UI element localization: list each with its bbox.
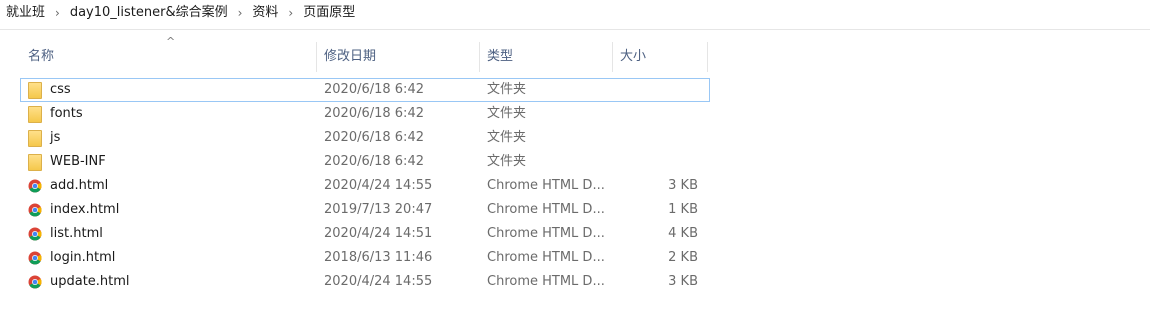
file-type: Chrome HTML D...: [487, 226, 605, 241]
column-header-row: 名称 ^ 修改日期 类型 大小: [20, 36, 710, 72]
file-type: Chrome HTML D...: [487, 250, 605, 265]
chrome-icon: [26, 201, 44, 219]
file-size: [620, 78, 698, 102]
file-name: list.html: [50, 226, 103, 241]
file-name: js: [50, 130, 61, 145]
file-size: [620, 102, 698, 126]
breadcrumb-item[interactable]: day10_listener&综合案例: [70, 0, 228, 26]
file-date: 2020/6/18 6:42: [324, 130, 424, 145]
file-size: [620, 126, 698, 150]
column-header-name-label: 名称: [28, 49, 55, 64]
file-type: 文件夹: [487, 106, 527, 121]
chevron-right-icon[interactable]: ›: [55, 0, 60, 26]
file-size: [620, 150, 698, 174]
file-name: WEB-INF: [50, 154, 106, 169]
file-size: 2 KB: [668, 250, 698, 265]
file-date: 2020/4/24 14:55: [324, 274, 433, 289]
column-header-name[interactable]: 名称 ^: [20, 36, 317, 72]
address-bar-divider: [0, 29, 1150, 30]
file-list: css 2020/6/18 6:42 文件夹 fonts 2020/6/18 6…: [20, 78, 710, 294]
file-type: Chrome HTML D...: [487, 202, 605, 217]
file-date: 2020/6/18 6:42: [324, 106, 424, 121]
file-date: 2020/6/18 6:42: [324, 154, 424, 169]
file-name: update.html: [50, 274, 130, 289]
file-type: 文件夹: [487, 82, 527, 97]
column-header-type-label: 类型: [487, 49, 514, 64]
file-type: 文件夹: [487, 154, 527, 169]
file-date: 2020/6/18 6:42: [324, 82, 424, 97]
file-name: login.html: [50, 250, 116, 265]
file-size: 4 KB: [668, 226, 698, 241]
file-date: 2020/4/24 14:55: [324, 178, 433, 193]
file-name: fonts: [50, 106, 83, 121]
file-size: 3 KB: [668, 178, 698, 193]
folder-icon: [26, 81, 44, 99]
chrome-icon: [26, 225, 44, 243]
column-header-type[interactable]: 类型: [479, 42, 613, 72]
file-name: add.html: [50, 178, 109, 193]
file-type: Chrome HTML D...: [487, 178, 605, 193]
file-size: 1 KB: [668, 202, 698, 217]
chrome-icon: [26, 177, 44, 195]
list-item[interactable]: index.html 2019/7/13 20:47 Chrome HTML D…: [20, 198, 710, 222]
column-header-date[interactable]: 修改日期: [316, 42, 480, 72]
list-item[interactable]: fonts 2020/6/18 6:42 文件夹: [20, 102, 710, 126]
list-item[interactable]: js 2020/6/18 6:42 文件夹: [20, 126, 710, 150]
folder-icon: [26, 105, 44, 123]
breadcrumb: 就业班 › day10_listener&综合案例 › 资料 › 页面原型: [6, 0, 355, 26]
file-name: index.html: [50, 202, 120, 217]
breadcrumb-item[interactable]: 页面原型: [303, 0, 355, 26]
column-header-size-label: 大小: [620, 49, 647, 64]
file-date: 2020/4/24 14:51: [324, 226, 433, 241]
sort-ascending-icon: ^: [166, 35, 176, 48]
list-item[interactable]: add.html 2020/4/24 14:55 Chrome HTML D..…: [20, 174, 710, 198]
file-size: 3 KB: [668, 274, 698, 289]
chevron-right-icon[interactable]: ›: [238, 0, 243, 26]
file-type: Chrome HTML D...: [487, 274, 605, 289]
list-item[interactable]: login.html 2018/6/13 11:46 Chrome HTML D…: [20, 246, 710, 270]
file-name: css: [50, 82, 71, 97]
column-header-date-label: 修改日期: [324, 49, 377, 64]
list-item[interactable]: list.html 2020/4/24 14:51 Chrome HTML D.…: [20, 222, 710, 246]
list-item[interactable]: update.html 2020/4/24 14:55 Chrome HTML …: [20, 270, 710, 294]
chrome-icon: [26, 249, 44, 267]
list-item[interactable]: WEB-INF 2020/6/18 6:42 文件夹: [20, 150, 710, 174]
folder-icon: [26, 129, 44, 147]
breadcrumb-item[interactable]: 就业班: [6, 0, 45, 26]
list-item[interactable]: css 2020/6/18 6:42 文件夹: [20, 78, 710, 102]
column-header-size[interactable]: 大小: [612, 42, 708, 72]
file-date: 2018/6/13 11:46: [324, 250, 433, 265]
folder-icon: [26, 153, 44, 171]
chrome-icon: [26, 273, 44, 291]
file-type: 文件夹: [487, 130, 527, 145]
chevron-right-icon[interactable]: ›: [288, 0, 293, 26]
breadcrumb-item[interactable]: 资料: [252, 0, 278, 26]
file-date: 2019/7/13 20:47: [324, 202, 433, 217]
